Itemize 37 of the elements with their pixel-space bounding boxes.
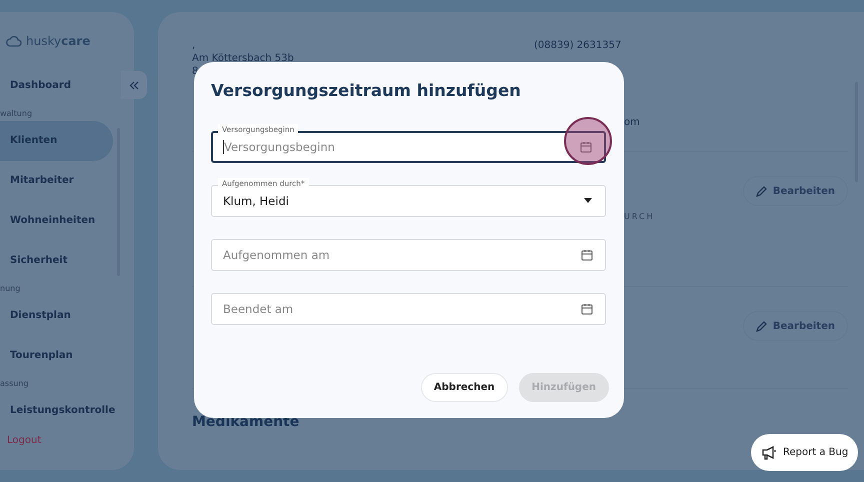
calendar-icon[interactable] [581, 303, 593, 315]
input-field[interactable]: Beendet am [211, 293, 606, 325]
calendar-icon[interactable] [581, 249, 593, 261]
sidebar-item[interactable]: Tourenplan [0, 336, 113, 376]
cancel-button[interactable]: Abbrechen [420, 373, 508, 402]
edit-button[interactable]: Bearbeiten [742, 311, 848, 341]
pencil-icon [756, 186, 767, 196]
report-bug-button[interactable]: Report a Bug [751, 434, 858, 471]
phone-text: (08839) 2631357 [534, 39, 622, 53]
section-title: Medikamente [192, 414, 300, 430]
column-header: URCH [624, 212, 656, 221]
sidebar-item[interactable]: Leistungskontrolle [0, 391, 113, 431]
sidebar-item[interactable]: Dashboard [0, 66, 113, 106]
logout-link[interactable]: Logout [0, 435, 134, 446]
email-text: om [624, 116, 641, 129]
input-field[interactable]: Aufgenommen am [211, 239, 606, 271]
section-label: nung [0, 283, 22, 295]
calendar-icon[interactable] [580, 141, 592, 153]
dialog-title: Versorgungszeitraum hinzufügen [211, 81, 522, 100]
collapse-button[interactable] [121, 71, 147, 99]
sidebar-item[interactable]: Sicherheit [0, 241, 113, 281]
cloud-icon [6, 35, 22, 47]
dropdown-caret-icon[interactable] [583, 198, 593, 204]
double-chevron-icon [129, 80, 139, 90]
pencil-icon [756, 320, 767, 332]
section-label: assung [0, 378, 30, 390]
logo-text: huskycare [26, 34, 90, 48]
sidebar-item[interactable]: Mitarbeiter [0, 161, 113, 201]
sidebar-item[interactable]: Wohneinheiten [0, 201, 113, 241]
edit-button[interactable]: Bearbeiten [742, 176, 848, 206]
address-line: , [192, 39, 196, 52]
section-label: waltung [0, 108, 34, 120]
megaphone-icon [761, 446, 777, 460]
sidebar-item[interactable]: Klienten [0, 121, 113, 161]
sidebar-item[interactable]: Dienstplan [0, 296, 113, 336]
address-line: Am Köttersbach 53b [192, 52, 295, 65]
click-highlight [564, 117, 612, 165]
